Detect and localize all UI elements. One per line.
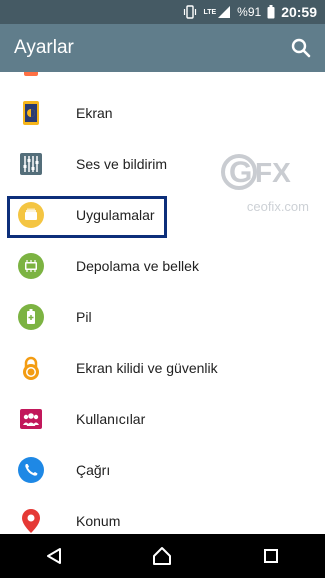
equalizer-icon [17, 150, 45, 178]
settings-item-ekran-kilidi[interactable]: Ekran kilidi ve güvenlik [0, 343, 325, 393]
settings-item-label: Kullanıcılar [76, 411, 146, 427]
search-icon[interactable] [289, 36, 313, 60]
settings-item-label: Pil [76, 309, 92, 325]
settings-item-pil[interactable]: Pil [0, 292, 325, 342]
status-bar: LTE %91 20:59 [0, 0, 325, 24]
signal-icon: LTE [203, 5, 231, 19]
settings-item-label: Ekran [76, 105, 113, 121]
settings-item-ses[interactable]: Ses ve bildirim [0, 139, 325, 189]
settings-item-konum[interactable]: Konum [0, 496, 325, 534]
users-icon [17, 405, 45, 433]
settings-item-ekran[interactable]: Ekran [0, 88, 325, 138]
settings-item-depolama[interactable]: Depolama ve bellek [0, 241, 325, 291]
page-title: Ayarlar [14, 37, 74, 58]
settings-item-label: Konum [76, 513, 121, 529]
back-icon[interactable] [42, 544, 66, 568]
display-icon [17, 99, 45, 127]
highlight-box [7, 196, 167, 238]
settings-item-label: Depolama ve bellek [76, 258, 199, 274]
location-icon [17, 507, 45, 534]
phone-icon [17, 456, 45, 484]
settings-item-label: Ekran kilidi ve güvenlik [76, 360, 218, 376]
recents-icon[interactable] [259, 544, 283, 568]
settings-item-kullanicilar[interactable]: Kullanıcılar [0, 394, 325, 444]
home-icon[interactable] [150, 544, 174, 568]
settings-item-cagri[interactable]: Çağrı [0, 445, 325, 495]
settings-item-label: Çağrı [76, 462, 111, 478]
battery-icon [17, 303, 45, 331]
previous-item-partial [24, 72, 38, 76]
lock-icon [17, 354, 45, 382]
storage-icon [17, 252, 45, 280]
settings-list: G FX ceofix.com Ekran Ses ve bildirim Uy… [0, 72, 325, 534]
battery-percent: %91 [237, 5, 262, 19]
vibrate-icon [183, 5, 197, 19]
navigation-bar [0, 534, 325, 578]
app-bar: Ayarlar [0, 24, 325, 72]
network-type: LTE [203, 8, 217, 16]
settings-item-label: Ses ve bildirim [76, 156, 168, 172]
battery-status-icon [267, 5, 275, 19]
clock: 20:59 [281, 4, 317, 20]
